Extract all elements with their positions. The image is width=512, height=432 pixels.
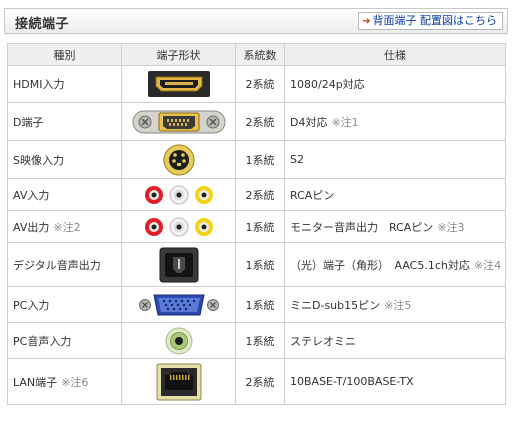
- optical-port-icon: [159, 247, 198, 282]
- table-row: S映像入力 1系統 S2: [7, 140, 506, 179]
- row-shape: [121, 358, 236, 405]
- row-shape: [121, 242, 236, 287]
- row-type: PC音声入力: [7, 322, 122, 359]
- row-type: S映像入力: [7, 140, 122, 179]
- mini-jack-icon: [165, 327, 192, 354]
- row-shape: [121, 140, 236, 179]
- row-type: AV入力: [7, 178, 122, 211]
- row-shape: [121, 178, 236, 211]
- table-row: AV出力 ※注2 1系統 モニター音声出力 RCAピン ※注3: [7, 210, 506, 243]
- row-shape: [121, 322, 236, 359]
- row-shape: [121, 210, 236, 243]
- row-spec: S2: [284, 140, 506, 179]
- column-header-shape: 端子形状: [121, 43, 236, 66]
- table-row: HDMI入力 2系統 1080/24p対応: [7, 65, 506, 103]
- column-header-type: 種別: [7, 43, 122, 66]
- rca-jacks-icon: [144, 217, 213, 236]
- hdmi-port-icon: [147, 71, 210, 97]
- arrow-icon: ➔: [362, 16, 371, 27]
- row-count: 2系統: [235, 65, 285, 103]
- row-spec: （光）端子（角形） AAC5.1ch対応 ※注4: [284, 242, 506, 287]
- row-count: 1系統: [235, 140, 285, 179]
- rear-terminal-layout-link[interactable]: ➔ 背面端子 配置図はこちら: [358, 12, 503, 30]
- table-row: PC入力 1系統 ミニD-sub15ピン ※注5: [7, 286, 506, 323]
- row-spec: モニター音声出力 RCAピン ※注3: [284, 210, 506, 243]
- link-label: 背面端子 配置図はこちら: [372, 14, 498, 27]
- row-type: D端子: [7, 102, 122, 141]
- table-row: D端子 2系統 D4対応 ※注1: [7, 102, 506, 141]
- s-video-port-icon: [163, 144, 194, 175]
- row-spec: ミニD-sub15ピン ※注5: [284, 286, 506, 323]
- column-header-count: 系統数: [235, 43, 285, 66]
- row-count: 1系統: [235, 242, 285, 287]
- row-count: 2系統: [235, 102, 285, 141]
- row-spec: RCAピン: [284, 178, 506, 211]
- terminal-spec-table: 種別 端子形状 系統数 仕様 HDMI入力 2系統 1080/24p対応 D端子: [7, 43, 506, 405]
- vga-port-icon: [138, 294, 219, 315]
- row-count: 2系統: [235, 178, 285, 211]
- section-header: 接続端子 ➔ 背面端子 配置図はこちら: [4, 8, 508, 34]
- row-spec: 10BASE-T/100BASE-TX: [284, 358, 506, 405]
- rca-jacks-icon: [144, 185, 213, 204]
- row-type: AV出力 ※注2: [7, 210, 122, 243]
- table-row: AV入力 2系統 RCAピン: [7, 178, 506, 211]
- lan-port-icon: [156, 363, 201, 400]
- table-header-row: 種別 端子形状 系統数 仕様: [7, 43, 506, 66]
- row-type: HDMI入力: [7, 65, 122, 103]
- row-shape: [121, 286, 236, 323]
- table-row: PC音声入力 1系統 ステレオミニ: [7, 322, 506, 359]
- row-count: 1系統: [235, 286, 285, 323]
- row-shape: [121, 65, 236, 103]
- d-terminal-port-icon: [132, 110, 225, 133]
- row-count: 1系統: [235, 210, 285, 243]
- row-type: デジタル音声出力: [7, 242, 122, 287]
- row-spec: D4対応 ※注1: [284, 102, 506, 141]
- row-count: 1系統: [235, 322, 285, 359]
- row-shape: [121, 102, 236, 141]
- row-type: LAN端子 ※注6: [7, 358, 122, 405]
- row-type: PC入力: [7, 286, 122, 323]
- row-spec: 1080/24p対応: [284, 65, 506, 103]
- row-spec: ステレオミニ: [284, 322, 506, 359]
- section-title: 接続端子: [15, 17, 70, 32]
- table-row: デジタル音声出力 1系統 （光）端子（角形） AAC5.1ch対応 ※注4: [7, 242, 506, 287]
- column-header-spec: 仕様: [284, 43, 506, 66]
- row-count: 2系統: [235, 358, 285, 405]
- table-row: LAN端子 ※注6 2系統 10BASE-T/100BASE-TX: [7, 358, 506, 405]
